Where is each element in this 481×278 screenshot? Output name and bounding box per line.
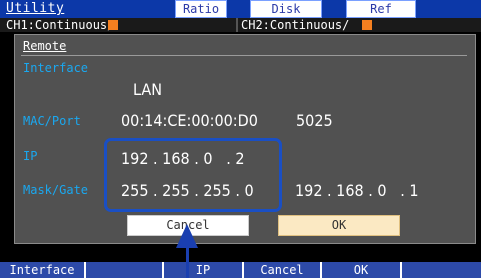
channel-divider [236, 18, 238, 32]
fkey-blank-6[interactable] [402, 262, 481, 278]
port-value[interactable]: 5025 [296, 111, 333, 130]
fkey-ip[interactable]: IP [164, 262, 244, 278]
mode-ratio-tab[interactable]: Ratio [175, 0, 227, 18]
mode-ref-tab[interactable]: Ref [346, 0, 416, 18]
gateway-value[interactable]: 192 . 168 . 0 . 1 [295, 181, 419, 200]
fkey-ok[interactable]: OK [322, 262, 402, 278]
callout-arrow-shaft [186, 246, 189, 278]
mode-disk-tab[interactable]: Disk [250, 0, 322, 18]
ch2-status: CH2:Continuous/ [241, 18, 350, 32]
mac-address-value: 00:14:CE:00:00:D0 [121, 111, 258, 130]
mac-port-label: MAC/Port [23, 114, 81, 128]
dialog-title: Remote [23, 39, 67, 53]
ch2-indicator [362, 20, 372, 30]
interface-label: Interface [23, 61, 89, 75]
callout-arrow-head-icon [176, 224, 198, 248]
dialog-divider [21, 55, 467, 56]
mask-gate-label: Mask/Gate [23, 183, 89, 197]
interface-value[interactable]: LAN [133, 80, 162, 99]
function-key-bar: Interface IP Cancel OK [0, 262, 481, 278]
ip-label: IP [23, 149, 38, 163]
ok-button[interactable]: OK [278, 215, 400, 236]
instrument-screen: Utility Ratio Disk Ref CH1:Continuous/ C… [0, 0, 481, 262]
fkey-interface[interactable]: Interface [0, 262, 86, 278]
fkey-cancel[interactable]: Cancel [244, 262, 322, 278]
ip-mask-highlight-callout [104, 138, 282, 212]
channel-status-bar: CH1:Continuous/ CH2:Continuous/ [0, 18, 481, 32]
screen-title: Utility [6, 1, 65, 16]
ch1-indicator [108, 20, 118, 30]
title-bar: Utility Ratio Disk Ref [0, 0, 481, 18]
ch1-status: CH1:Continuous/ [6, 18, 115, 32]
fkey-blank-2[interactable] [86, 262, 164, 278]
